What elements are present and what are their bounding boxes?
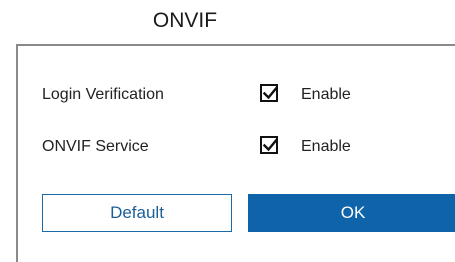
ok-button[interactable]: OK <box>248 194 455 232</box>
login-verification-checkbox[interactable] <box>260 84 278 102</box>
onvif-service-row: ONVIF Service Enable <box>18 134 455 160</box>
checkmark-icon <box>262 138 278 152</box>
login-verification-enable-label: Enable <box>301 86 351 103</box>
onvif-service-label: ONVIF Service <box>42 138 149 155</box>
dialog-title: ONVIF <box>152 9 218 32</box>
onvif-service-checkbox[interactable] <box>260 136 278 154</box>
onvif-dialog: ONVIF Login Verification Enable ONVIF Se… <box>0 0 455 262</box>
settings-panel: Login Verification Enable ONVIF Service … <box>16 44 455 262</box>
login-verification-row: Login Verification Enable <box>18 82 455 108</box>
onvif-service-enable-label: Enable <box>301 138 351 155</box>
login-verification-label: Login Verification <box>42 86 164 103</box>
checkmark-icon <box>262 86 278 100</box>
default-button[interactable]: Default <box>42 194 232 232</box>
